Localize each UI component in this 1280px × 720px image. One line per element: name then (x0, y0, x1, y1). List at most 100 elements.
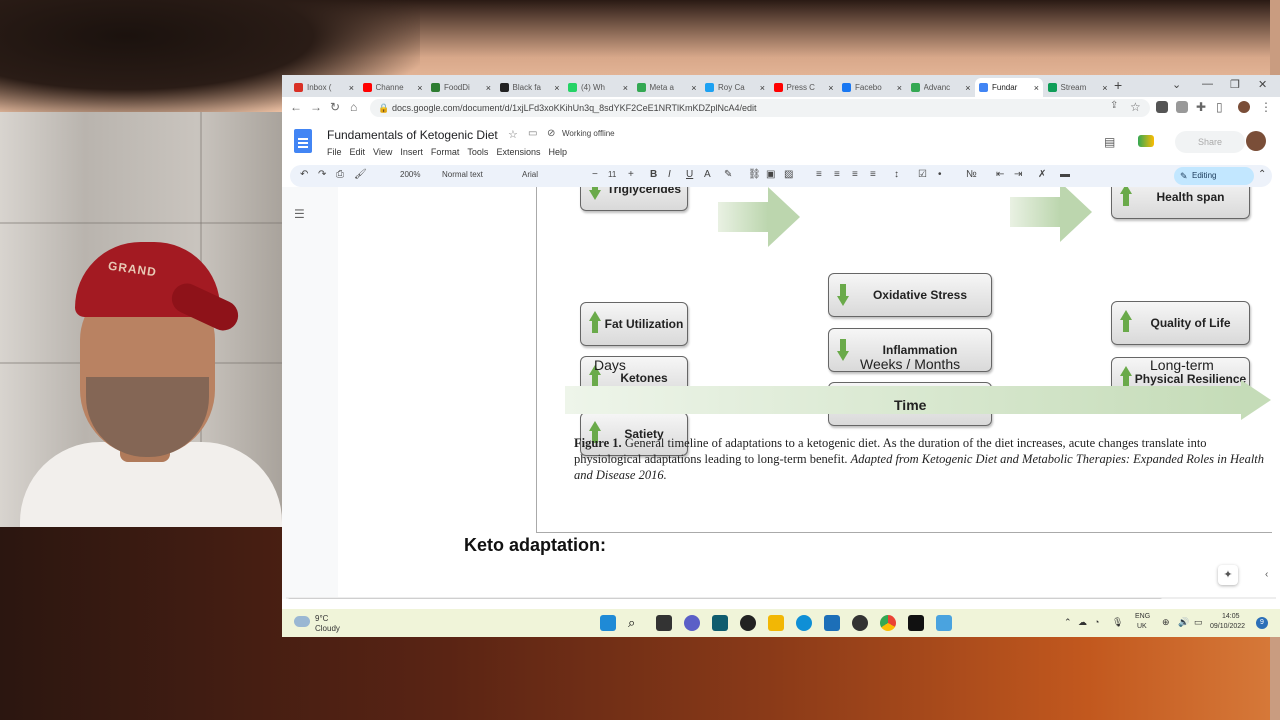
browser-tab[interactable]: Roy Ca × (701, 78, 769, 97)
terminal-icon[interactable] (908, 615, 924, 631)
align-right-icon[interactable]: ≡ (852, 169, 858, 180)
document-outline-icon[interactable]: ☰ (294, 207, 305, 221)
close-window-button[interactable]: ✕ (1258, 78, 1267, 91)
restore-button[interactable]: ❐ (1230, 78, 1240, 91)
italic-icon[interactable]: I (668, 169, 671, 180)
cloud-icon[interactable] (294, 616, 310, 627)
decrease-indent-icon[interactable]: ⇤ (996, 169, 1004, 180)
image-icon[interactable]: ▨ (784, 169, 793, 180)
highlight-icon[interactable]: ✎ (724, 169, 732, 180)
tab-close-icon[interactable]: × (828, 83, 833, 93)
collapse-menus-icon[interactable]: ⌃ (1258, 169, 1266, 180)
url-input[interactable]: 🔒 docs.google.com/document/d/1xjLFd3xoKK… (370, 99, 1150, 117)
share-page-icon[interactable]: ⇪ (1110, 100, 1118, 111)
reload-icon[interactable]: ↻ (330, 100, 340, 114)
dell-icon[interactable] (852, 615, 868, 631)
browser-tab[interactable]: FoodDi × (427, 78, 495, 97)
zoom-select[interactable]: 200% (400, 170, 420, 179)
offline-status[interactable]: Working offline (562, 129, 615, 138)
align-center-icon[interactable]: ≡ (834, 169, 840, 180)
checklist-icon[interactable]: ☑ (918, 169, 927, 180)
explore-button[interactable]: ✦ (1218, 565, 1238, 585)
print-icon[interactable]: ⎙ (336, 169, 344, 180)
star-icon[interactable]: ☆ (508, 128, 518, 141)
tab-close-icon[interactable]: × (965, 83, 970, 93)
tab-close-icon[interactable]: × (1034, 83, 1039, 93)
browser-tab[interactable]: Channe × (359, 78, 427, 97)
paint-format-icon[interactable]: 🖌 (354, 169, 367, 180)
menu-view[interactable]: View (373, 147, 392, 157)
underline-icon[interactable]: U (686, 169, 693, 180)
browser-tab[interactable]: Black fa × (496, 78, 564, 97)
task-view-icon[interactable] (656, 615, 672, 631)
browser-tab[interactable]: Stream × (1044, 78, 1112, 97)
back-icon[interactable]: ← (290, 100, 302, 114)
weather-temperature[interactable]: 9°C (315, 614, 328, 623)
scrollbar-thumb[interactable] (288, 598, 1162, 599)
menu-extensions[interactable]: Extensions (496, 147, 540, 157)
input-tools-icon[interactable]: ▬ (1060, 169, 1070, 180)
minimize-button[interactable]: — (1202, 78, 1213, 90)
notification-badge[interactable]: 9 (1256, 617, 1268, 629)
menu-tools[interactable]: Tools (467, 147, 488, 157)
menu-file[interactable]: File (327, 147, 342, 157)
clear-formatting-icon[interactable]: ✗ (1038, 169, 1046, 180)
edge-icon[interactable] (796, 615, 812, 631)
browser-menu-icon[interactable]: ⋮ (1260, 100, 1272, 114)
new-tab-button[interactable]: + (1114, 77, 1122, 93)
font-select[interactable]: Arial (522, 170, 538, 179)
forward-icon[interactable]: → (310, 100, 322, 114)
input-region[interactable]: UK (1137, 623, 1147, 630)
justify-icon[interactable]: ≡ (870, 169, 876, 180)
tab-search-icon[interactable]: ⌄ (1172, 78, 1181, 91)
browser-tab[interactable]: Meta a × (633, 78, 701, 97)
editing-mode-select[interactable]: ✎ Editing (1174, 167, 1254, 185)
increase-font-icon[interactable]: + (628, 169, 634, 180)
windows-start-icon[interactable] (600, 615, 616, 631)
link-icon[interactable]: ⛓ (748, 169, 761, 180)
side-panel-chevron-icon[interactable]: ‹ (1265, 569, 1268, 580)
tab-close-icon[interactable]: × (760, 83, 765, 93)
text-color-icon[interactable]: A (704, 169, 711, 180)
style-select[interactable]: Normal text (442, 170, 483, 179)
comment-icon[interactable]: ▣ (766, 169, 775, 180)
show-hidden-icons[interactable]: ⌃ (1064, 617, 1072, 628)
redo-icon[interactable]: ↷ (318, 169, 326, 180)
browser-tab[interactable]: (4) Wh × (564, 78, 632, 97)
document-title[interactable]: Fundamentals of Ketogenic Diet (327, 128, 498, 142)
share-button[interactable]: Share (1175, 131, 1245, 153)
horizontal-scrollbar[interactable] (286, 597, 1276, 599)
sidepanel-icon[interactable]: ▯ (1216, 100, 1223, 114)
browser-tab[interactable]: Facebo × (838, 78, 906, 97)
avatar[interactable] (1246, 131, 1266, 151)
font-size-input[interactable]: 11 (608, 170, 616, 179)
browser-tab[interactable]: Inbox (× (290, 78, 358, 97)
numbered-list-icon[interactable]: № (966, 169, 977, 180)
menu-insert[interactable]: Insert (400, 147, 423, 157)
volume-icon[interactable]: 🔊 (1178, 617, 1189, 628)
bold-icon[interactable]: B (650, 169, 657, 180)
profile-avatar[interactable] (1238, 101, 1250, 113)
app-icon[interactable] (740, 615, 756, 631)
undo-icon[interactable]: ↶ (300, 169, 308, 180)
clock-time[interactable]: 14:05 (1222, 613, 1240, 620)
clock-date[interactable]: 09/10/2022 (1210, 623, 1245, 630)
document-page[interactable]: Triglycerides Fat Utilization Ketones Satie… (338, 187, 1280, 599)
line-spacing-icon[interactable]: ↕ (894, 169, 899, 180)
extensions-puzzle-icon[interactable]: ✚ (1196, 100, 1206, 114)
extension-icon[interactable] (1156, 101, 1168, 113)
security-icon[interactable]: ◔ (1094, 617, 1099, 627)
menu-help[interactable]: Help (548, 147, 567, 157)
increase-indent-icon[interactable]: ⇥ (1014, 169, 1022, 180)
tab-close-icon[interactable]: × (1102, 83, 1107, 93)
weather-description[interactable]: Cloudy (315, 624, 340, 633)
chat-icon[interactable] (684, 615, 700, 631)
snipping-tool-icon[interactable] (936, 615, 952, 631)
browser-tab[interactable]: Advanc × (907, 78, 975, 97)
tab-close-icon[interactable]: × (486, 83, 491, 93)
home-icon[interactable]: ⌂ (350, 100, 357, 114)
tab-close-icon[interactable]: × (691, 83, 696, 93)
file-explorer-icon[interactable] (768, 615, 784, 631)
tab-close-icon[interactable]: × (554, 83, 559, 93)
menu-format[interactable]: Format (431, 147, 460, 157)
